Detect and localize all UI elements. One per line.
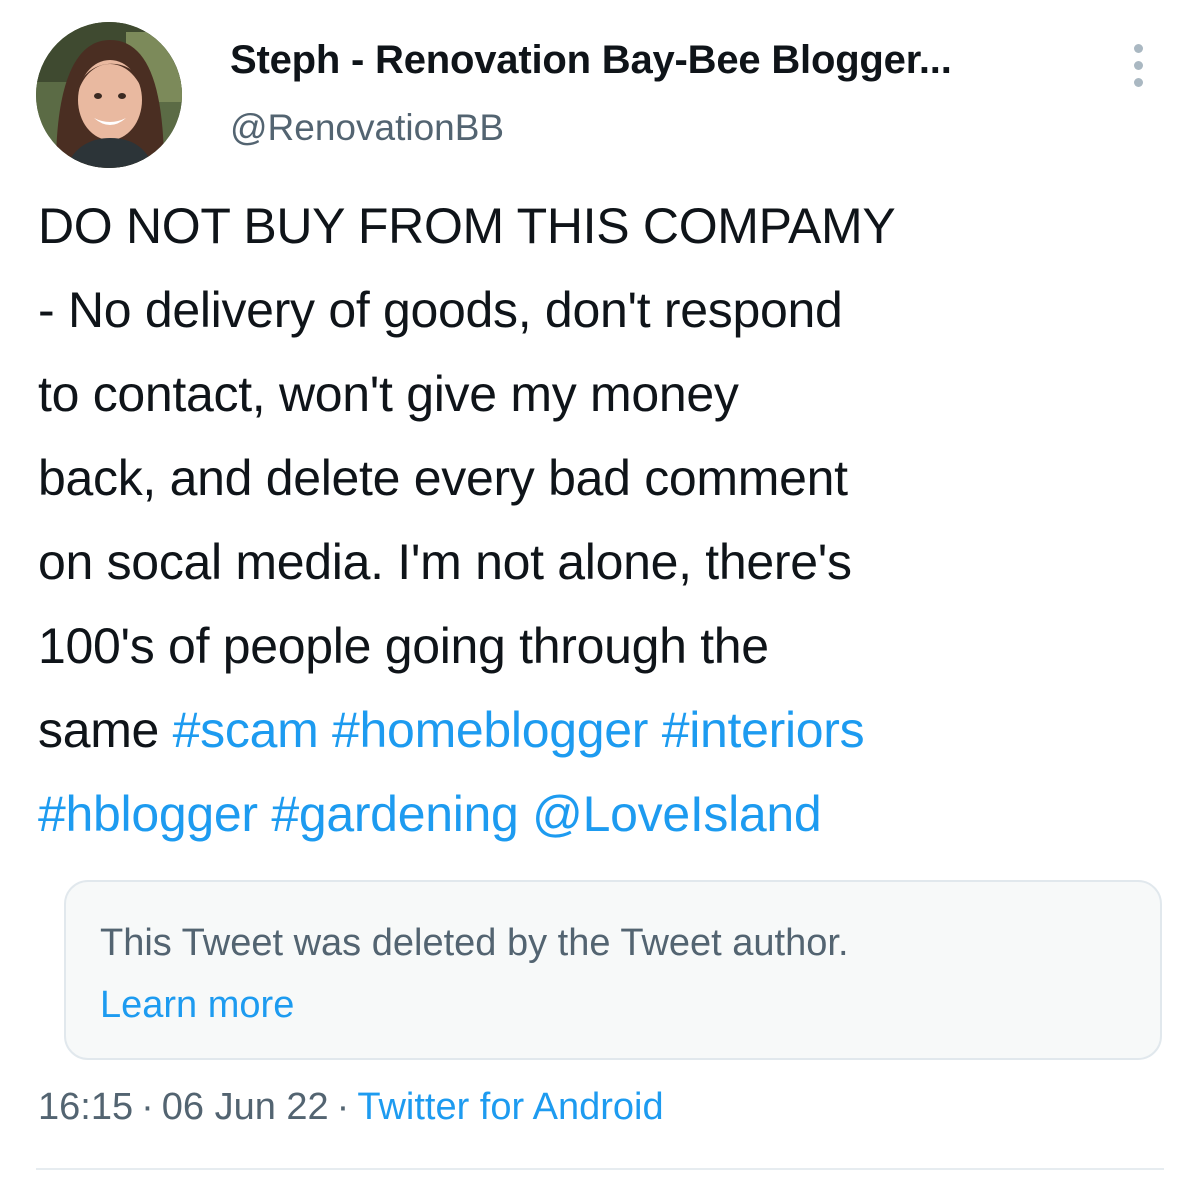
avatar[interactable]	[36, 22, 182, 168]
tweet-card: Steph - Renovation Bay-Bee Blogger... @R…	[0, 0, 1200, 1188]
tweet-time[interactable]: 16:15	[38, 1086, 133, 1128]
tweet-line: #hblogger #gardening @LoveIsland	[38, 772, 1178, 856]
tweet-date[interactable]: 06 Jun 22	[162, 1086, 329, 1128]
hashtag-interiors[interactable]: #interiors	[662, 702, 865, 758]
hashtag-gardening[interactable]: #gardening	[271, 786, 519, 842]
tweet-line: - No delivery of goods, don't respond	[38, 282, 843, 338]
tweet-text: DO NOT BUY FROM THIS COMPAMY - No delive…	[38, 184, 1178, 856]
menu-dot	[1133, 78, 1143, 87]
hashtag-scam[interactable]: #scam	[173, 702, 319, 758]
separator-dot: ·	[336, 1086, 350, 1128]
menu-dot	[1133, 61, 1143, 70]
learn-more-link[interactable]: Learn more	[100, 984, 294, 1027]
deleted-quote-tweet: This Tweet was deleted by the Tweet auth…	[64, 880, 1162, 1060]
avatar-image	[36, 22, 182, 168]
hashtag-hblogger[interactable]: #hblogger	[38, 786, 258, 842]
tweet-line: back, and delete every bad comment	[38, 450, 848, 506]
tweet-text-fragment: same	[38, 702, 173, 758]
mention-loveisland[interactable]: @LoveIsland	[532, 786, 822, 842]
vertical-ellipsis-icon[interactable]	[1118, 44, 1158, 94]
separator-dot: ·	[141, 1086, 154, 1128]
tweet-line: to contact, won't give my money	[38, 366, 739, 422]
tweet-source-link[interactable]: Twitter for Android	[357, 1086, 663, 1128]
author-handle[interactable]: @RenovationBB	[230, 107, 504, 149]
tweet-line: same #scam #homeblogger #interiors	[38, 688, 1178, 772]
author-display-name[interactable]: Steph - Renovation Bay-Bee Blogger...	[230, 38, 952, 83]
divider	[36, 1168, 1164, 1170]
hashtag-homeblogger[interactable]: #homeblogger	[332, 702, 648, 758]
tweet-line: on socal media. I'm not alone, there's	[38, 534, 852, 590]
menu-dot	[1133, 44, 1143, 53]
tweet-line: DO NOT BUY FROM THIS COMPAMY	[38, 198, 896, 254]
tweet-line: 100's of people going through the	[38, 618, 769, 674]
tweet-metadata: 16:15 · 06 Jun 22 · Twitter for Android	[38, 1086, 664, 1129]
deleted-tweet-message: This Tweet was deleted by the Tweet auth…	[100, 922, 849, 964]
